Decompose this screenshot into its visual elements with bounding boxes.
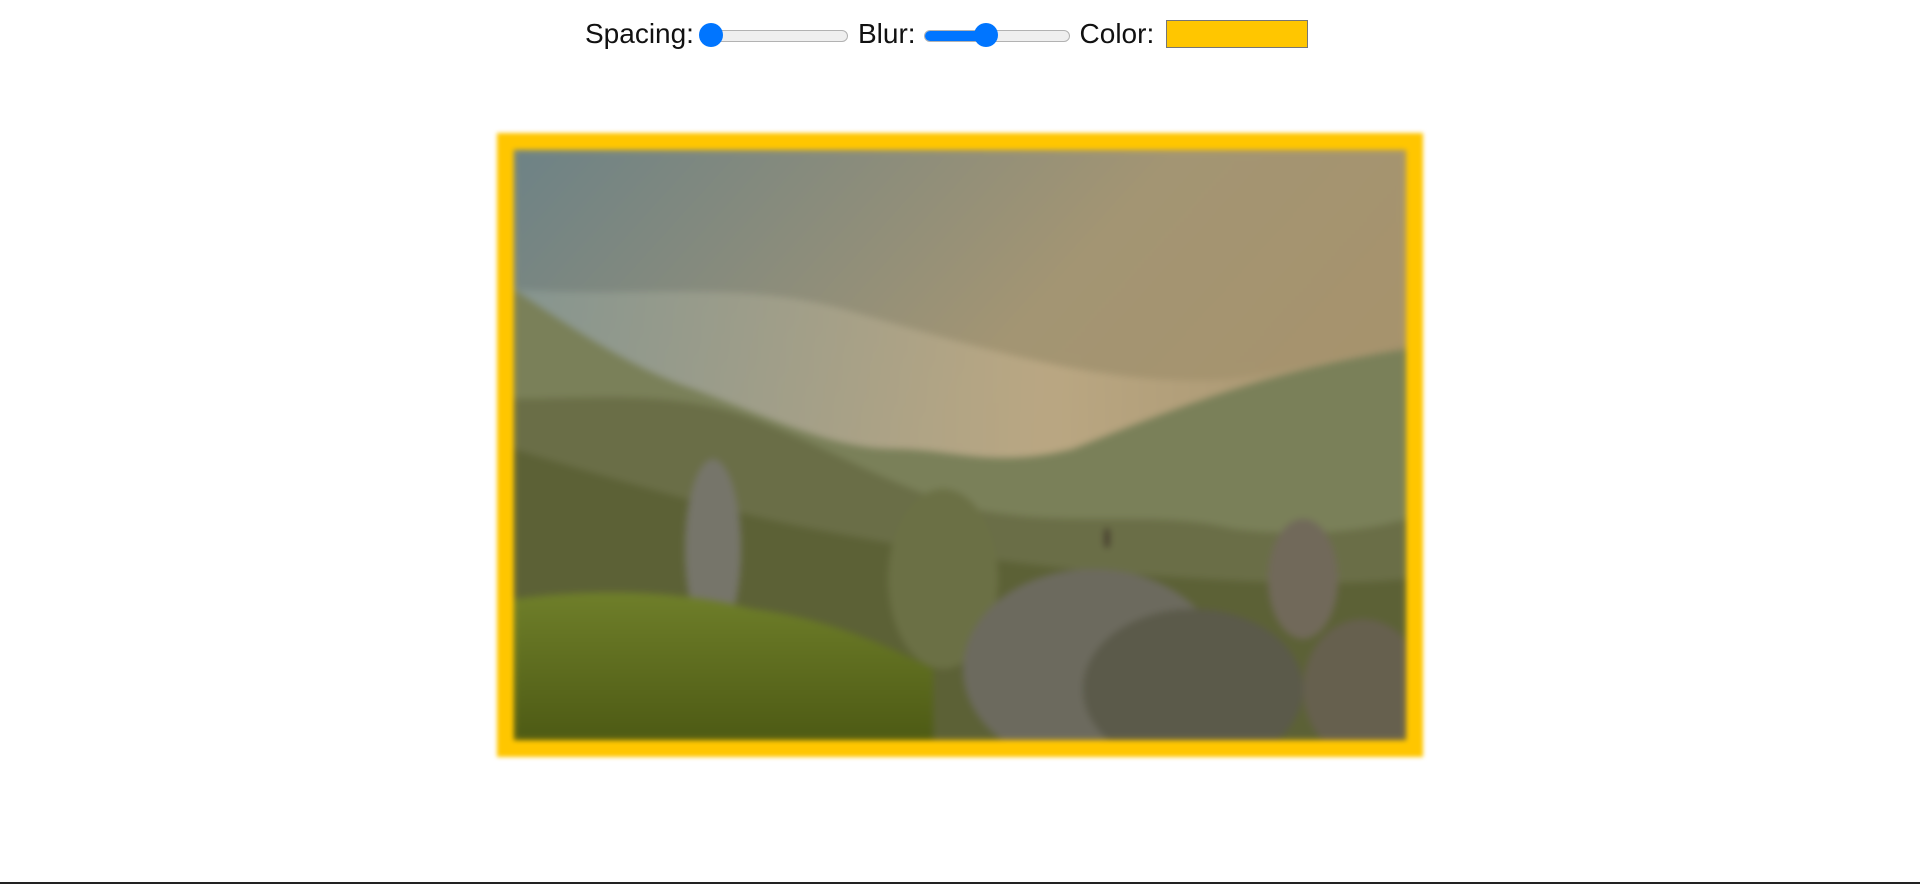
spacing-label: Spacing: [585,18,694,49]
landscape-image [513,149,1407,741]
color-label: Color: [1079,18,1155,49]
controls-bar: Spacing: Blur: Color: [585,18,1309,50]
image-frame [497,133,1423,757]
blur-slider[interactable] [923,23,1070,47]
blur-slider-thumb[interactable] [974,23,999,47]
color-picker[interactable] [1166,20,1309,48]
spacing-slider[interactable] [698,23,848,47]
spacing-slider-thumb[interactable] [698,23,723,47]
spacing-slider-track [701,30,848,42]
blur-label: Blur: [857,18,916,49]
landscape-illustration [513,149,1407,741]
